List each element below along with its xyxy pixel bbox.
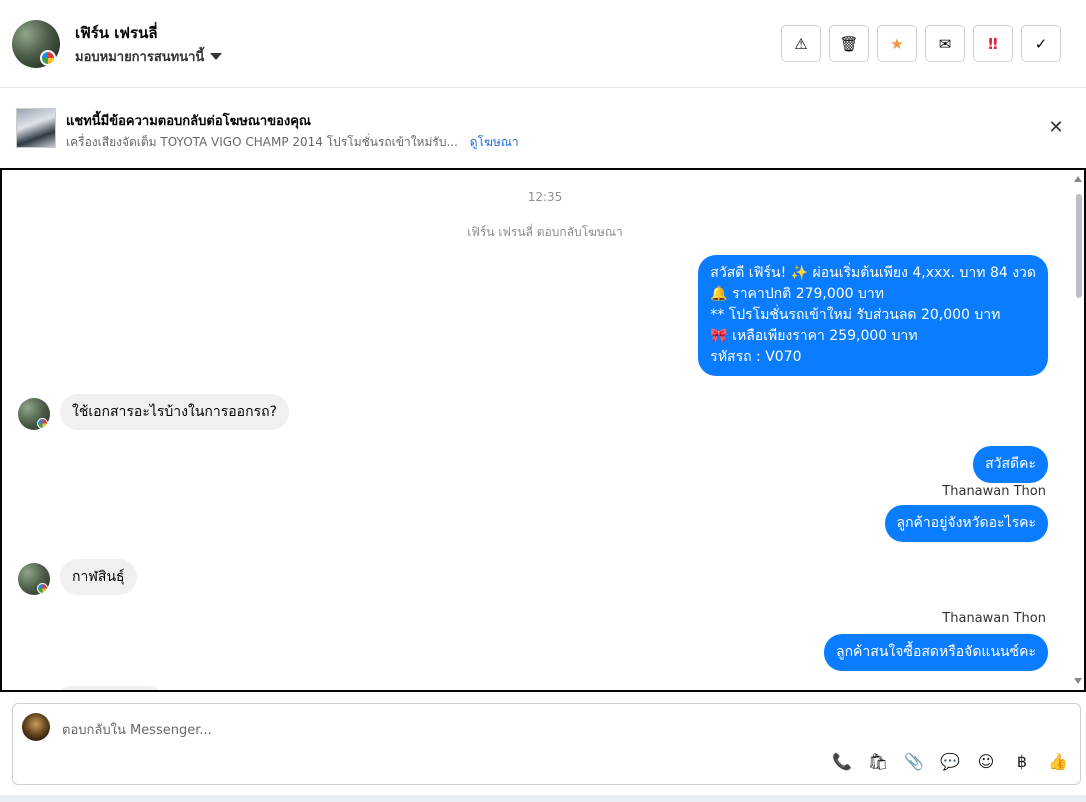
notice-subtitle: เครื่องเสียงจัดเต็ม TOYOTA VIGO CHAMP 20… (66, 133, 519, 152)
check-icon: ✓ (1034, 34, 1048, 53)
call-add-icon[interactable]: 📞 (832, 751, 852, 771)
incoming-message[interactable]: ใช้เอกสารอะไรบ้างในการออกรถ? (60, 394, 289, 430)
view-ad-link[interactable]: ดูโฆษณา (470, 135, 519, 149)
important-icon: ‼ (988, 34, 998, 53)
message-line: สวัสดี เฟิร์น! ✨ ผ่อนเริ่มต้นเพียง 4,xxx… (710, 265, 1036, 281)
message-composer[interactable]: ตอบกลับใน Messenger... 📞 🛍 📎 💬 ☺ ฿ 👍 (12, 703, 1081, 785)
status-badge (37, 583, 48, 594)
assign-label: มอบหมายการสนทนานี้ (75, 50, 205, 65)
message-line: 🔔 ราคาปกติ 279,000 บาท (710, 286, 885, 302)
sender-name: Thanawan Thon (942, 484, 1046, 499)
system-note: เฟิร์น เฟรนลี่ ตอบกลับโฆษณา (467, 225, 623, 239)
delete-button[interactable]: 🗑 (829, 25, 869, 62)
contact-avatar (18, 398, 50, 430)
scrollbar-thumb[interactable] (1076, 194, 1082, 298)
ad-description: เครื่องเสียงจัดเต็ม TOYOTA VIGO CHAMP 20… (66, 135, 458, 149)
page-avatar (22, 713, 50, 741)
outgoing-message-ad[interactable]: สวัสดี เฟิร์น! ✨ ผ่อนเริ่มต้นเพียง 4,xxx… (698, 255, 1048, 376)
scroll-down-icon[interactable] (1074, 678, 1082, 684)
contact-name[interactable]: เฟิร์น เฟรนลี่ (75, 21, 158, 45)
star-button[interactable]: ★ (877, 25, 917, 62)
caret-down-icon (210, 53, 223, 60)
status-badge (40, 50, 56, 66)
message-line: ** โปรโมชั่นรถเข้าใหม่ รับส่วนลด 20,000 … (710, 307, 1001, 323)
message-input[interactable]: ตอบกลับใน Messenger... (62, 719, 212, 740)
notice-title: แชทนี้มีข้อความตอบกลับต่อโฆษณาของคุณ (66, 114, 311, 129)
conversation-header: เฟิร์น เฟรนลี่ มอบหมายการสนทนานี้ ⚠ 🗑 ★ … (0, 0, 1086, 88)
scrollbar[interactable] (1074, 176, 1082, 684)
shopping-bag-icon[interactable]: 🛍 (868, 751, 888, 771)
contact-avatar[interactable] (12, 20, 60, 68)
chat-bubble-icon[interactable]: 💬 (940, 751, 960, 771)
thumbs-up-icon[interactable]: 👍 (1048, 751, 1068, 771)
ad-thumbnail[interactable] (16, 108, 56, 148)
mark-unread-button[interactable]: ✉ (925, 25, 965, 62)
message-timestamp: 12:35 (527, 190, 563, 204)
message-thread[interactable]: 12:35 เฟิร์น เฟรนลี่ ตอบกลับโฆษณา สวัสดี… (0, 168, 1086, 692)
composer-toolbar: 📞 🛍 📎 💬 ☺ ฿ 👍 (832, 751, 1068, 771)
assign-conversation-dropdown[interactable]: มอบหมายการสนทนานี้ (75, 46, 223, 67)
contact-avatar (18, 563, 50, 595)
close-icon[interactable]: ✕ (1046, 117, 1066, 138)
bottom-strip (0, 795, 1086, 802)
message-line: 🎀 เหลือเพียงราคา 259,000 บาท (710, 328, 918, 344)
emoji-icon[interactable]: ☺ (976, 751, 996, 771)
mark-done-button[interactable]: ✓ (1021, 25, 1061, 62)
report-button[interactable]: ⚠ (781, 25, 821, 62)
status-badge (37, 418, 48, 429)
warning-icon: ⚠ (794, 34, 808, 53)
sender-name: Thanawan Thon (942, 611, 1046, 626)
important-button[interactable]: ‼ (973, 25, 1013, 62)
trash-icon: 🗑 (839, 34, 859, 53)
incoming-message-partial[interactable] (60, 686, 160, 690)
incoming-message[interactable]: กาฬสินธุ์ (60, 559, 137, 595)
star-icon: ★ (890, 34, 904, 53)
outgoing-message[interactable]: ลูกค้าสนใจซื้อสดหรือจัดแนนซ์คะ (824, 634, 1048, 671)
message-line: รหัสรถ : V070 (710, 349, 802, 365)
ad-reply-notice: แชทนี้มีข้อความตอบกลับต่อโฆษณาของคุณ เคร… (0, 89, 1086, 169)
mail-open-icon: ✉ (938, 34, 952, 53)
outgoing-message[interactable]: สวัสดีคะ (973, 446, 1048, 483)
outgoing-message[interactable]: ลูกค้าอยู่จังหวัดอะไรคะ (884, 505, 1048, 542)
attachment-icon[interactable]: 📎 (904, 751, 924, 771)
baht-icon[interactable]: ฿ (1012, 751, 1032, 771)
scroll-up-icon[interactable] (1074, 176, 1082, 182)
